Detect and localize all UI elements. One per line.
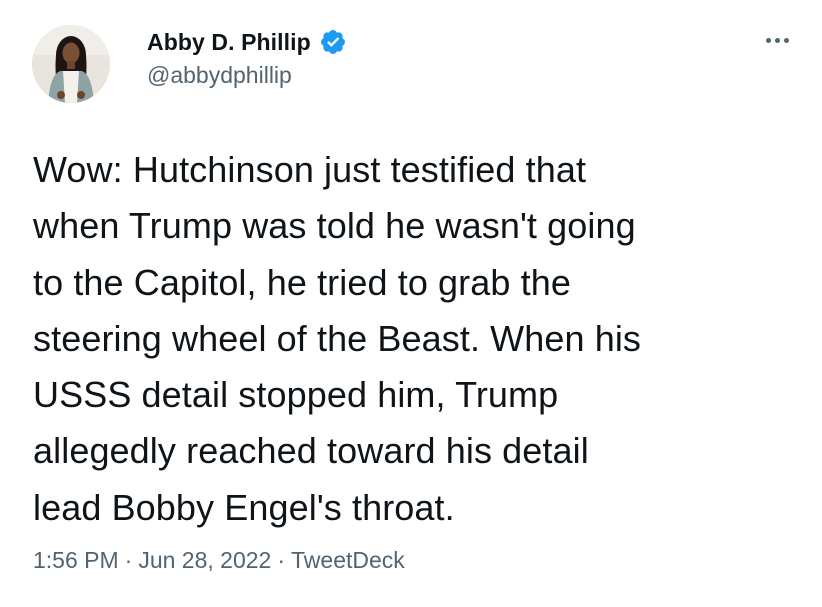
avatar[interactable] bbox=[32, 25, 110, 103]
tweet-text: Wow: Hutchinson just testified that when… bbox=[33, 142, 808, 536]
dot-icon bbox=[774, 37, 780, 43]
verified-badge-icon bbox=[319, 28, 347, 56]
tweet-card: Abby D. Phillip @abbydphillip Wow: Hutch… bbox=[0, 0, 822, 607]
tweet-text-line: steering wheel of the Beast. When his bbox=[33, 317, 642, 359]
dot-icon bbox=[783, 37, 789, 43]
dot-icon bbox=[765, 37, 771, 43]
tweet-date[interactable]: Jun 28, 2022 bbox=[138, 547, 271, 574]
author-handle[interactable]: @abbydphillip bbox=[147, 62, 292, 89]
author-display-name[interactable]: Abby D. Phillip bbox=[147, 29, 311, 56]
meta-separator: · bbox=[277, 547, 286, 573]
tweet-text-line: USSS detail stopped him, Trump bbox=[33, 374, 559, 416]
tweet-text-line: Wow: Hutchinson just testified that bbox=[33, 149, 587, 190]
tweet-text-line: to the Capitol, he tried to grab the bbox=[33, 261, 571, 303]
author-name-row: Abby D. Phillip bbox=[147, 25, 347, 59]
profile-photo bbox=[32, 25, 110, 103]
meta-separator: · bbox=[124, 547, 133, 573]
tweet-text-line: lead Bobby Engel's throat. bbox=[33, 486, 455, 528]
tweet-text-line: when Trump was told he wasn't going bbox=[33, 205, 636, 247]
tweet-time[interactable]: 1:56 PM bbox=[33, 547, 119, 574]
tweet-meta: 1:56 PM · Jun 28, 2022 · TweetDeck bbox=[33, 547, 405, 574]
tweet-text-line: allegedly reached toward his detail bbox=[33, 430, 589, 472]
more-options-icon[interactable] bbox=[757, 30, 797, 50]
tweet-source[interactable]: TweetDeck bbox=[291, 547, 405, 574]
